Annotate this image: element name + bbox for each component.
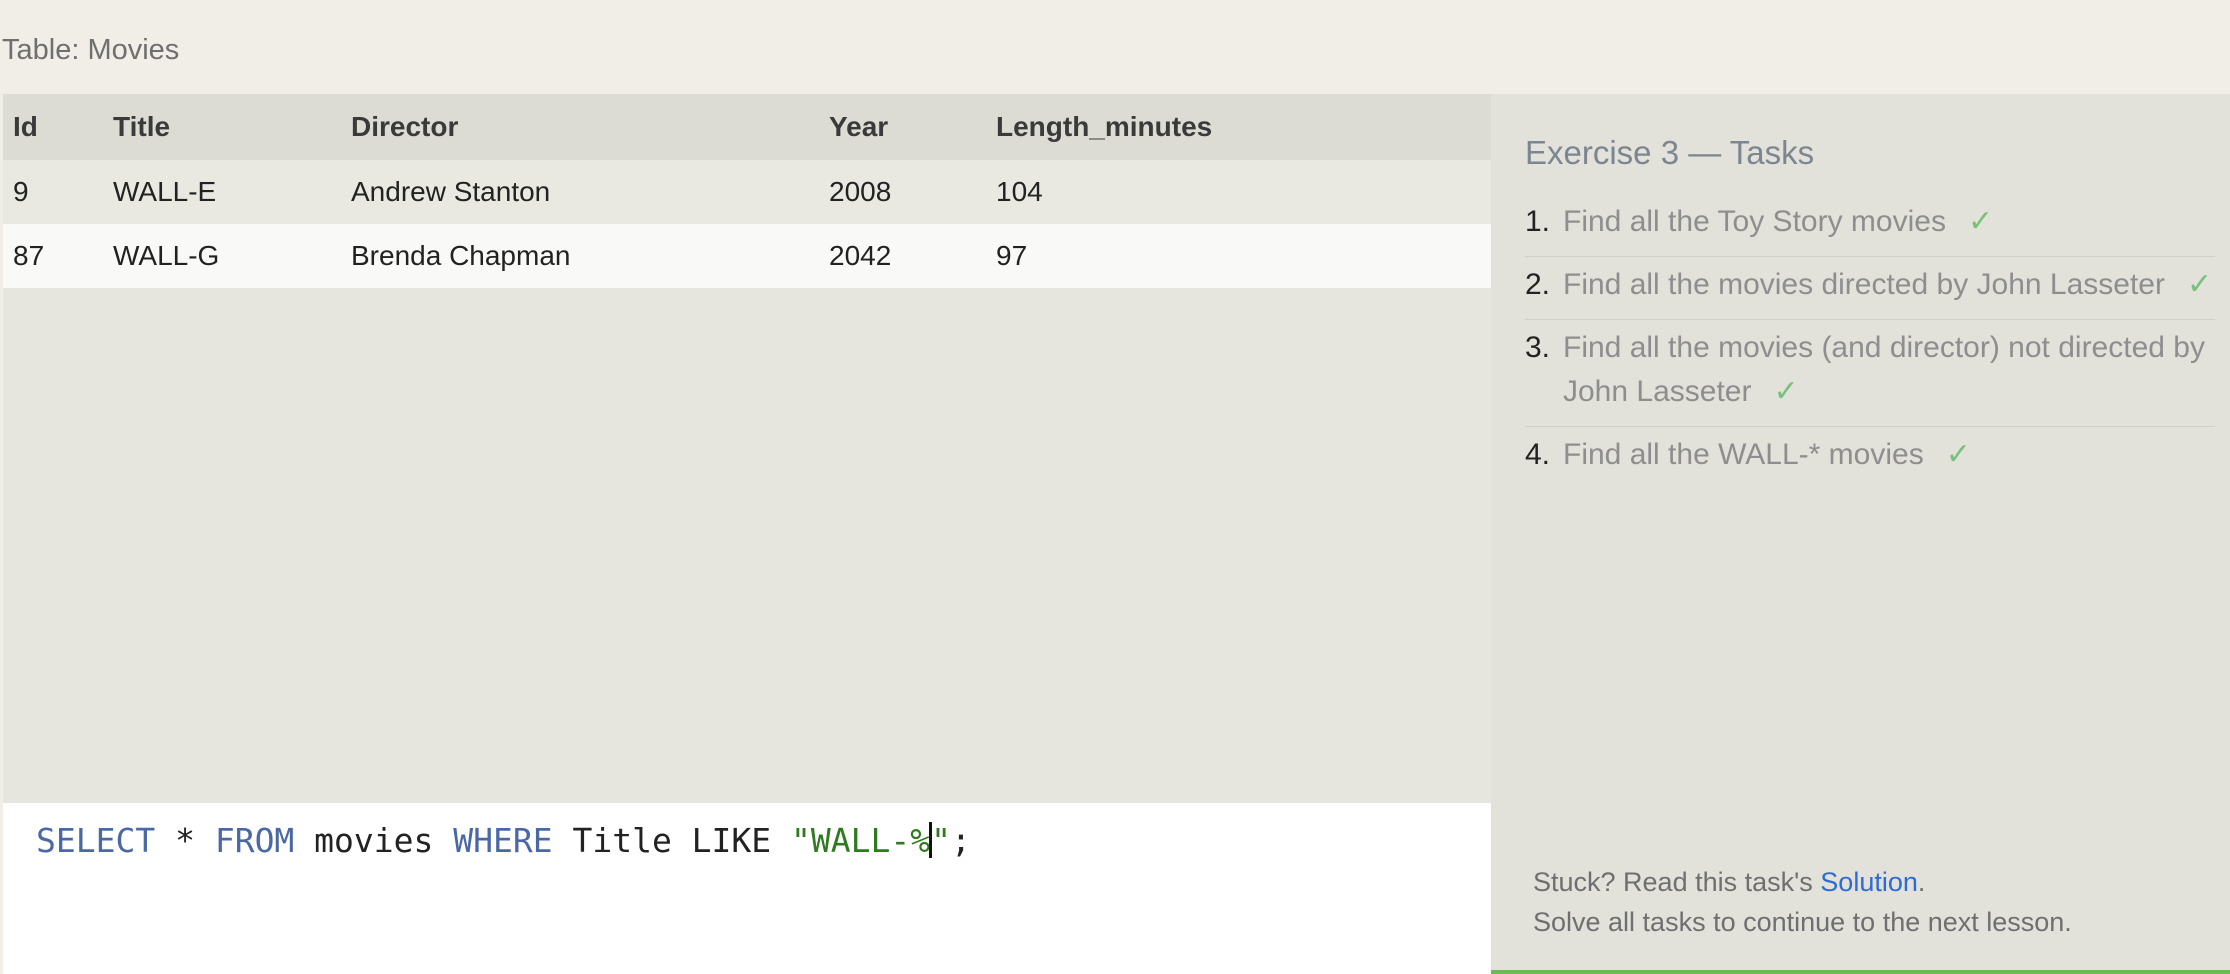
checkmark-icon: ✓ [1945,438,1971,471]
table-row: 87 WALL-G Brenda Chapman 2042 97 [3,224,1491,288]
task-text: Find all the WALL-* movies ✓ [1563,433,1971,477]
sql-keyword-from: FROM [214,821,295,860]
sql-keyword-where: WHERE [453,821,553,860]
exercise-panel: Exercise 3 — Tasks 1. Find all the Toy S… [1491,94,2230,974]
task-number: 3. [1525,331,1551,364]
sql-query-editor[interactable]: SELECT * FROM movies WHERE Title LIKE "W… [3,803,1491,974]
checkmark-icon: ✓ [1967,205,1994,238]
task-item: 3. Find all the movies (and director) no… [1525,326,2215,427]
checkmark-icon: ✓ [1773,375,1799,408]
stuck-line: Stuck? Read this task's Solution. [1533,862,2072,902]
exercise-title: Exercise 3 — Tasks [1525,134,1815,171]
column-header-director: Director [351,111,459,142]
table-cell-title: WALL-G [113,240,220,271]
results-table: Id Title Director Year Length_minutes 9 … [3,94,1491,288]
column-header-length-minutes: Length_minutes [996,111,1213,142]
task-number: 1. [1525,205,1551,238]
checkmark-icon: ✓ [2186,268,2213,301]
column-header-id: Id [13,111,38,142]
table-cell-length-minutes: 97 [996,240,1028,271]
column-header-year: Year [829,111,889,142]
task-description: Find all the WALL-* movies [1563,438,1924,471]
stuck-suffix: . [1917,867,1926,897]
task-text: Find all the Toy Story movies ✓ [1563,200,1993,244]
table-label: Table: Movies [2,34,180,66]
sql-string-literal: "WALL-% [791,821,931,860]
table-cell-id: 87 [13,240,45,271]
continue-line: Solve all tasks to continue to the next … [1533,907,2072,937]
help-text: Stuck? Read this task's Solution. Solve … [1533,862,2072,942]
sqlbolt-exercise-page: Table: Movies Id Title Director Year Len… [0,0,2230,974]
table-header-row: Id Title Director Year Length_minutes [3,94,1491,160]
task-item: 4. Find all the WALL-* movies ✓ [1525,433,2215,489]
task-item: 2. Find all the movies directed by John … [1525,263,2215,320]
task-description: Find all the Toy Story movies [1563,205,1946,238]
column-header-title: Title [113,111,171,142]
sql-text: Title LIKE [552,821,792,860]
table-cell-director: Brenda Chapman [351,240,571,271]
task-list: 1. Find all the Toy Story movies ✓ 2. Fin… [1525,200,2215,495]
sql-semicolon: ; [950,821,971,860]
sql-text: * [155,821,215,860]
sql-string-quote: " [931,821,951,860]
table-cell-id: 9 [13,176,29,207]
table-cell-length-minutes: 104 [996,176,1043,207]
table-row: 9 WALL-E Andrew Stanton 2008 104 [3,160,1491,224]
task-number: 2. [1525,268,1551,301]
table-cell-year: 2008 [829,176,892,207]
task-number: 4. [1525,438,1551,471]
task-description: Find all the movies (and director) not d… [1563,331,2205,408]
table-cell-director: Andrew Stanton [351,176,551,207]
task-description: Find all the movies directed by John Las… [1563,268,2165,301]
task-text: Find all the movies (and director) not d… [1563,326,2215,414]
sql-text: movies [294,821,454,860]
table-cell-title: WALL-E [113,176,217,207]
solution-link[interactable]: Solution [1820,867,1918,897]
task-item: 1. Find all the Toy Story movies ✓ [1525,200,2215,257]
table-cell-year: 2042 [829,240,892,271]
stuck-prefix: Stuck? Read this task's [1533,867,1821,897]
task-text: Find all the movies directed by John Las… [1563,263,2212,307]
results-panel: Id Title Director Year Length_minutes 9 … [3,94,1491,803]
sql-keyword-select: SELECT [36,821,156,860]
